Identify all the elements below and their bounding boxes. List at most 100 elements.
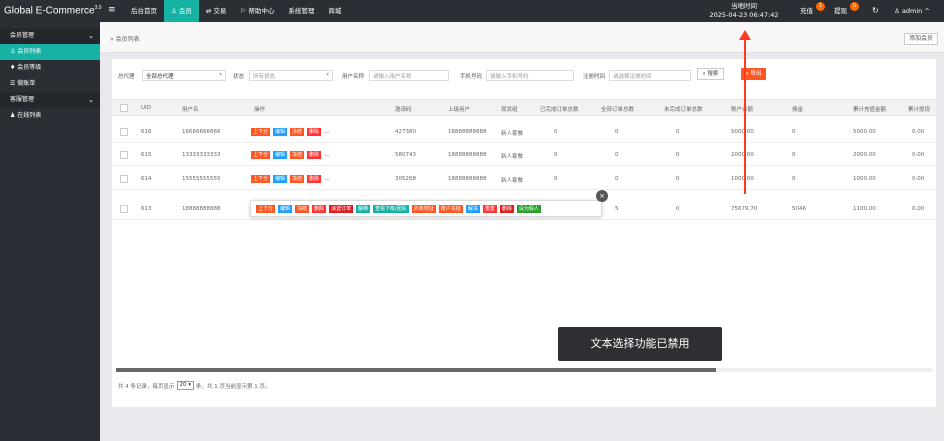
sidebar-item-bill[interactable]: ☰ 做账单 [0,76,100,92]
popup-account-freeze-button[interactable]: 账户冻结 [438,205,463,213]
adjust-points-button[interactable]: 上下分 [251,175,271,183]
row-checkbox[interactable] [120,205,128,213]
withdraw-link[interactable]: 提现 [834,0,847,22]
menu-toggle-icon[interactable]: ≡ [108,5,116,15]
user-menu[interactable]: ♙ admin ^ [894,0,930,22]
topnav-help[interactable]: ⚐ 帮助中心 [233,0,281,22]
popup-reset-button[interactable]: 重置 [482,205,497,213]
sidebar-item-member-list[interactable]: ♙ 会员列表 [0,44,100,60]
freeze-button[interactable]: 冻结 [290,128,305,136]
username-placeholder: 请输入用户名称 [373,74,412,80]
cell-uid: 615 [141,152,152,158]
refresh-icon[interactable]: ↻ [872,0,879,22]
close-icon[interactable]: × [596,190,608,202]
recharge-link[interactable]: 充值 [800,0,813,22]
adjust-points-button[interactable]: 上下分 [251,128,271,136]
sidebar-item-online-list-label: 在线列表 [17,112,42,119]
topnav-trade[interactable]: ⇄ 交易 [199,0,234,22]
col-total-withdraw: 累计提现 [908,107,931,113]
delete-button[interactable]: 删除 [307,175,322,183]
brand-logo[interactable]: Global E-Commerce3.0 [4,5,102,16]
popup-unfreeze-button[interactable]: 解冻 [465,205,480,213]
cell-balance: 2000.00 [731,152,754,158]
annotation-arrow-head [739,30,751,40]
cell-username: 13333333333 [182,152,221,158]
popup-unbind-button[interactable]: 解绑 [356,205,371,213]
more-actions[interactable]: ... [324,175,330,183]
sidebar-group-members[interactable]: 会员管理 ⌄ [0,28,100,44]
popup-freeze-button[interactable]: 冻结 [295,205,310,213]
top-nav: 后台首页 ♙ 会员 ⇄ 交易 ⚐ 帮助中心 系统管理 商城 [124,0,348,22]
col-total-recharge: 累计充值金额 [853,107,887,113]
popup-address-button[interactable]: 外收地址 [411,205,436,213]
person-icon: ♙ [171,7,179,15]
horizontal-scrollbar[interactable] [116,368,932,372]
local-time-label: 当地时间 [731,2,757,10]
row-actions: 上下分 编辑 冻结 删除 ... [251,128,330,136]
delete-button[interactable]: 删除 [307,128,322,136]
phone-filter-label: 手机号码 [460,74,483,80]
edit-button[interactable]: 编辑 [273,128,288,136]
edit-button[interactable]: 编辑 [273,151,288,159]
row-checkbox[interactable] [120,128,128,136]
chevron-down-icon: ▾ [326,72,329,78]
cell-withdraw: 0.00 [912,152,925,158]
delete-button[interactable]: 删除 [307,151,322,159]
sidebar-item-online-list[interactable]: ♟ 在线列表 [0,108,100,124]
edit-button[interactable]: 编辑 [273,175,288,183]
popup-view-team-button[interactable]: 查看下级/团队 [373,205,409,213]
cell-pending: 0 [676,152,680,158]
scrollbar-thumb[interactable] [116,368,716,372]
topnav-system[interactable]: 系统管理 [281,0,321,22]
row-checkbox[interactable] [120,175,128,183]
adjust-points-button[interactable]: 上下分 [251,151,271,159]
topnav-members[interactable]: ♙ 会员 [164,0,199,22]
col-parent-user: 上级用户 [448,107,471,113]
breadcrumb-current[interactable]: 会员列表 [116,36,140,43]
topnav-mall-label: 商城 [328,7,342,15]
page-size-select[interactable]: 20 ▾ [176,381,195,390]
add-member-button[interactable]: 添加会员 [903,33,938,45]
cell-parent: 18888888888 [448,176,487,182]
topnav-home[interactable]: 后台首页 [124,0,164,22]
sidebar-item-member-level[interactable]: ♦ 会员等级 [0,60,100,76]
phone-placeholder: 请输入手机号码 [490,74,529,80]
popup-delete2-button[interactable]: 删除 [499,205,514,213]
chevron-down-icon: ⌄ [88,96,94,104]
col-invite-code: 邀请码 [395,107,412,113]
phone-input[interactable]: 请输入手机号码 [486,70,574,81]
cell-group: 新人套餐 [501,131,524,137]
regtime-filter-label: 注册时间 [583,74,606,80]
more-actions[interactable]: ... [324,151,330,159]
table-row[interactable]: 615 13333333333 上下分 编辑 冻结 删除 ... 580743 … [112,145,936,166]
local-time: 当地时间 2025-04-23 06:47:42 [704,2,784,20]
cell-uid: 614 [141,176,152,182]
cell-commission: 5046 [792,206,806,212]
cell-balance: 1000.00 [731,176,754,182]
more-actions[interactable]: ... [324,128,330,136]
export-button-label: 导出 [750,71,762,77]
proxy-select-value: 全部总代理 [146,74,174,80]
table-row[interactable]: 614 15555555555 上下分 编辑 冻结 删除 ... 305268 … [112,169,936,190]
sidebar-group-service[interactable]: 客服管理 ⌄ [0,92,100,108]
row-checkbox[interactable] [120,151,128,159]
popup-delete-button[interactable]: 删除 [312,205,327,213]
popup-adjust-points-button[interactable]: 上下分 [256,205,276,213]
username-input[interactable]: 请输入用户名称 [369,70,449,81]
popup-edit-button[interactable]: 编辑 [278,205,293,213]
cell-pending: 0 [676,176,680,182]
search-button[interactable]: ⌕ 搜索 [697,68,724,80]
regtime-input[interactable]: 请选择注册时间 [609,70,691,81]
table-row[interactable]: 616 16666666666 上下分 编辑 冻结 删除 ... 427380 … [112,122,936,143]
cell-withdraw: 0.00 [912,176,925,182]
popup-set-fake-button[interactable]: 设为假人 [516,205,541,213]
topnav-help-label: 帮助中心 [248,7,275,15]
freeze-button[interactable]: 冻结 [290,175,305,183]
status-select[interactable]: 所有状态 ▾ [249,70,333,81]
freeze-button[interactable]: 冻结 [290,151,305,159]
col-username: 用户名 [182,107,199,113]
topnav-mall[interactable]: 商城 [321,0,348,22]
select-all-checkbox[interactable] [120,104,128,112]
proxy-select[interactable]: 全部总代理 ▾ [142,70,226,81]
popup-dispatch-order-button[interactable]: 派送订单 [329,205,354,213]
